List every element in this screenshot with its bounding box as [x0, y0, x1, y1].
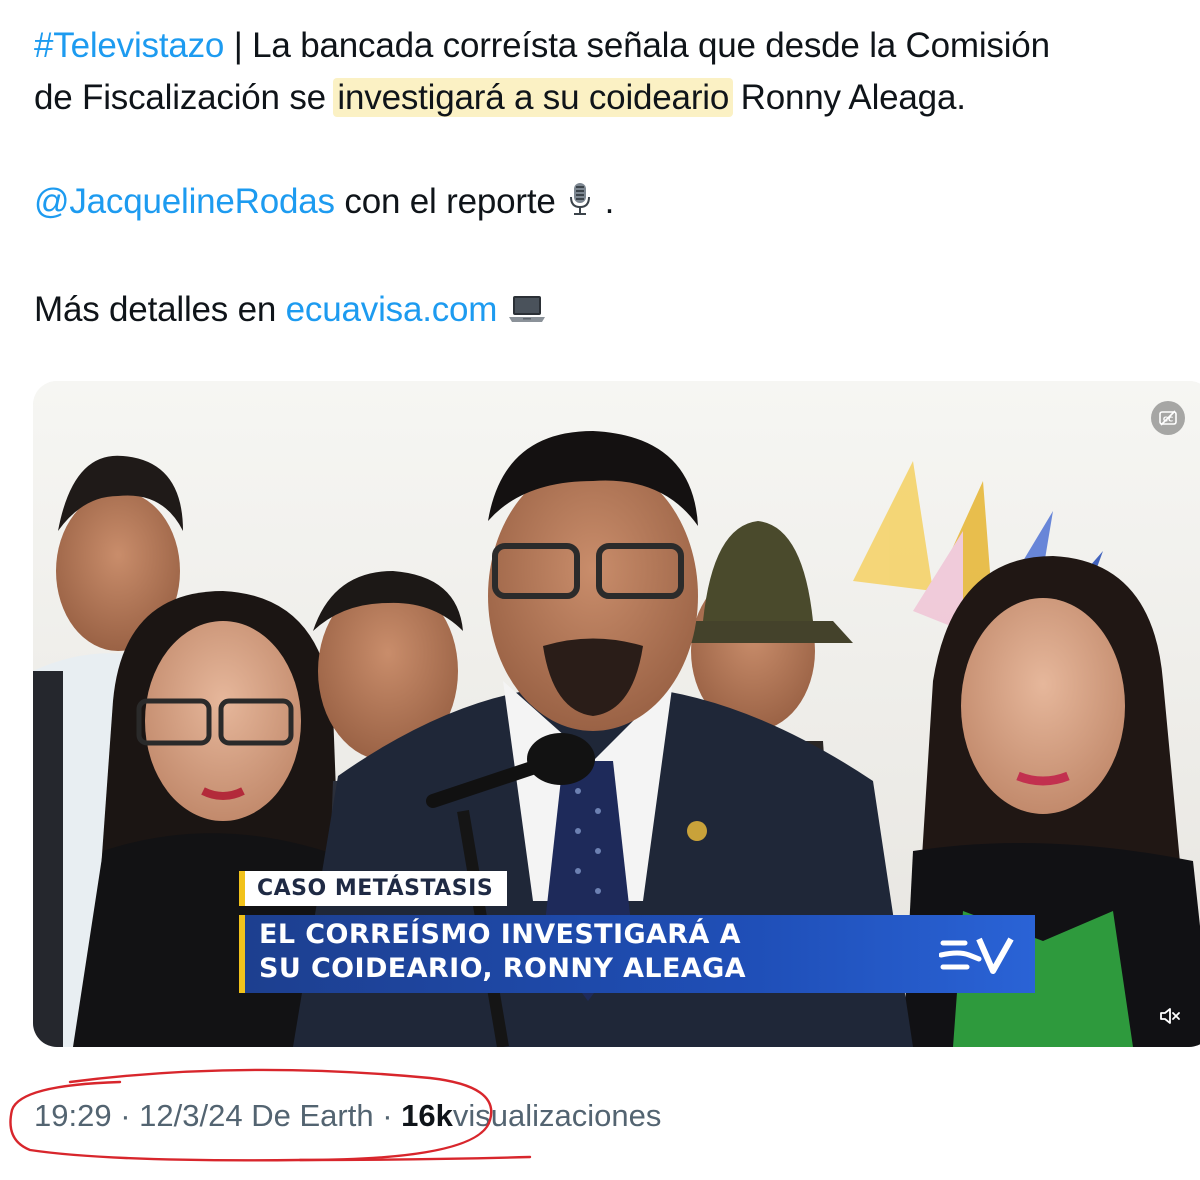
mute-icon [1160, 1008, 1180, 1024]
tweet: #Televistazo | La bancada correísta seña… [0, 0, 1200, 1180]
caption-headline-bar: EL CORREÍSMO INVESTIGARÁ A SU COIDEARIO,… [239, 915, 1035, 993]
microphone-icon [565, 180, 595, 232]
details-text: Más detalles en [34, 290, 277, 329]
mention-link[interactable]: @JacquelineRodas [34, 182, 335, 221]
tweet-paragraph-3: Más detalles en ecuavisa.com [34, 284, 1184, 340]
laptop-icon [507, 288, 547, 340]
tweet-date[interactable]: 12/3/24 [139, 1098, 242, 1133]
views-label: visualizaciones [452, 1098, 662, 1133]
hashtag-link[interactable]: #Televistazo [34, 26, 224, 65]
tweet-text: #Televistazo | La bancada correísta seña… [34, 20, 1184, 340]
mention-end: . [604, 182, 615, 221]
meta-dot-2: · [382, 1098, 393, 1133]
highlighted-text: investigará a su coideario [333, 78, 734, 117]
closed-captions-icon: CC [1159, 410, 1177, 426]
views-count[interactable]: 16k [401, 1098, 453, 1133]
ecuavisa-logo [939, 937, 1014, 974]
tweet-text-part-3: Ronny Aleaga. [740, 78, 966, 117]
separator: | [233, 26, 243, 65]
tweet-text-part-1: La bancada correísta señala que desde la… [252, 26, 1050, 65]
mute-button[interactable] [1155, 1001, 1185, 1031]
tweet-time[interactable]: 19:29 [34, 1098, 112, 1133]
meta-dot-1: · [120, 1098, 131, 1133]
caption-line-1: EL CORREÍSMO INVESTIGARÁ A [259, 919, 741, 950]
caption-line-2: SU COIDEARIO, RONNY ALEAGA [259, 953, 746, 984]
tweet-paragraph-1-cont: de Fiscalización se investigará a su coi… [34, 72, 1184, 124]
news-caption: CASO METÁSTASIS EL CORREÍSMO INVESTIGARÁ… [239, 871, 1035, 993]
details-link[interactable]: ecuavisa.com [286, 290, 498, 329]
closed-captions-button[interactable]: CC [1151, 401, 1185, 435]
caption-tag: CASO METÁSTASIS [239, 871, 508, 906]
tweet-source: De Earth [251, 1098, 374, 1133]
tweet-paragraph-1: #Televistazo | La bancada correísta seña… [34, 20, 1184, 72]
tweet-paragraph-2: @JacquelineRodas con el reporte . [34, 176, 1184, 232]
tweet-metadata: 19:29 · 12/3/24 De Earth · 16kvisualizac… [34, 1098, 661, 1134]
video-player[interactable]: A [33, 381, 1200, 1047]
mention-text: con el reporte [344, 182, 556, 221]
tweet-text-part-2: de Fiscalización se [34, 78, 326, 117]
